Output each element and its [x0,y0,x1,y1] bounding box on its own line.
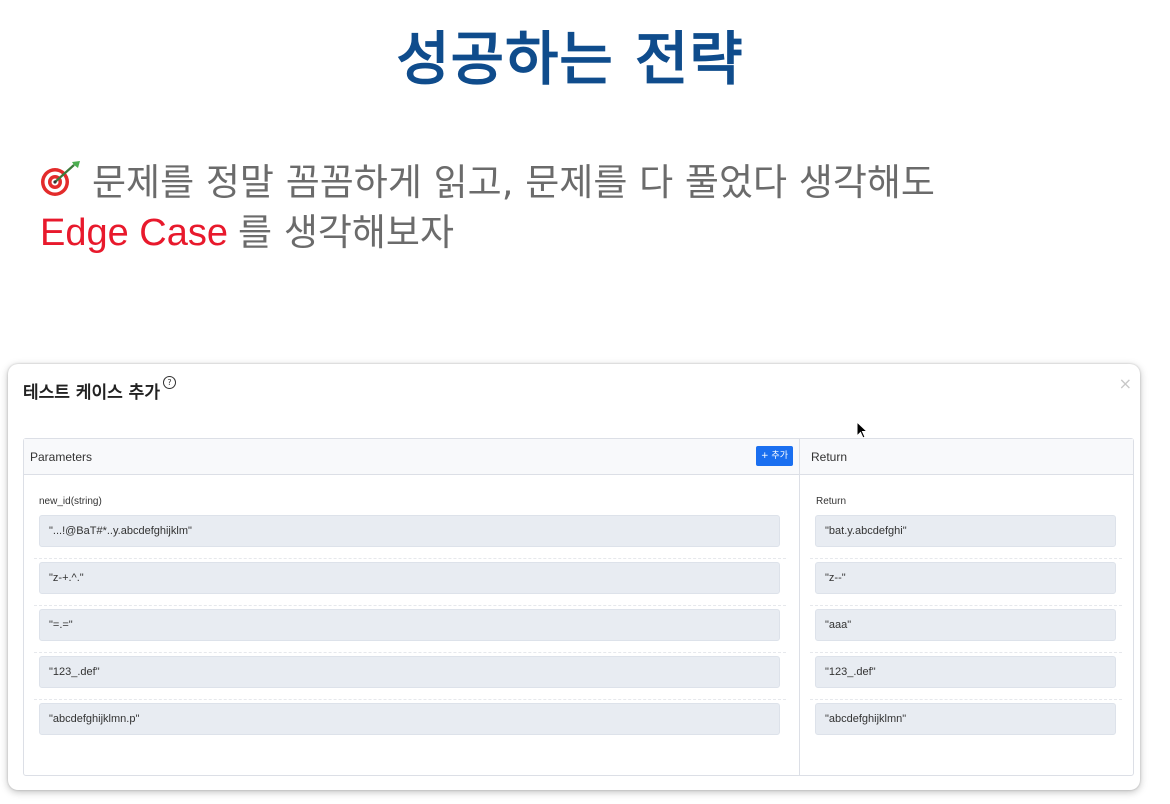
edge-case-highlight: Edge Case [40,212,229,254]
return-input[interactable]: "123_.def" [815,656,1116,688]
tip-line-2: Edge Case 를 생각해보자 [40,202,454,256]
return-header-label: Return [811,450,848,464]
tip-line-1: 문제를 정말 꼼꼼하게 읽고, 문제를 다 풀었다 생각해도 [38,152,935,206]
modal-title: 테스트 케이스 추가 [23,383,160,403]
parameter-row: "...!@BaT#*..y.abcdefghijklm" [34,513,786,559]
test-case-panels: Parameters + 추가 new_id(string) "...!@BaT… [23,438,1134,776]
return-header: Return [800,439,1133,475]
parameter-input[interactable]: "123_.def" [39,656,780,688]
return-panel: Return Return "bat.y.abcdefghi" "z--" "a… [800,439,1133,775]
parameters-header: Parameters + 추가 [24,439,799,475]
tip-line-1-text: 문제를 정말 꼼꼼하게 읽고, 문제를 다 풀었다 생각해도 [92,161,935,204]
tip-line-2-text: 를 생각해보자 [238,211,455,254]
return-row: "bat.y.abcdefghi" [810,513,1122,559]
return-field-label: Return [816,496,847,507]
close-icon[interactable]: × [1119,374,1132,393]
parameter-row: "abcdefghijklmn.p" [34,701,786,746]
parameters-panel: Parameters + 추가 new_id(string) "...!@BaT… [24,439,800,775]
return-row: "abcdefghijklmn" [810,701,1122,746]
parameter-input[interactable]: "=.=" [39,609,780,641]
add-test-case-modal: 테스트 케이스 추가 ? × Parameters + 추가 new_id(st… [8,364,1140,790]
return-row: "123_.def" [810,654,1122,700]
parameter-row: "=.=" [34,607,786,653]
parameter-input[interactable]: "z-+.^." [39,562,780,594]
add-parameter-button[interactable]: + 추가 [756,446,793,466]
parameter-input[interactable]: "...!@BaT#*..y.abcdefghijklm" [39,515,780,547]
parameter-row: "123_.def" [34,654,786,700]
parameter-rows: "...!@BaT#*..y.abcdefghijklm" "z-+.^." "… [34,513,786,747]
return-row: "z--" [810,560,1122,606]
parameter-row: "z-+.^." [34,560,786,606]
mouse-cursor-icon [856,421,868,439]
help-icon[interactable]: ? [163,376,176,389]
return-row: "aaa" [810,607,1122,653]
return-rows: "bat.y.abcdefghi" "z--" "aaa" "123_.def"… [810,513,1122,747]
slide-title: 성공하는 전략 [396,25,744,93]
return-input[interactable]: "bat.y.abcdefghi" [815,515,1116,547]
return-input[interactable]: "aaa" [815,609,1116,641]
return-input[interactable]: "abcdefghijklmn" [815,703,1116,735]
dart-target-icon [38,159,84,199]
return-input[interactable]: "z--" [815,562,1116,594]
parameter-field-label: new_id(string) [39,496,102,507]
parameter-input[interactable]: "abcdefghijklmn.p" [39,703,780,735]
parameters-header-label: Parameters [30,450,93,464]
